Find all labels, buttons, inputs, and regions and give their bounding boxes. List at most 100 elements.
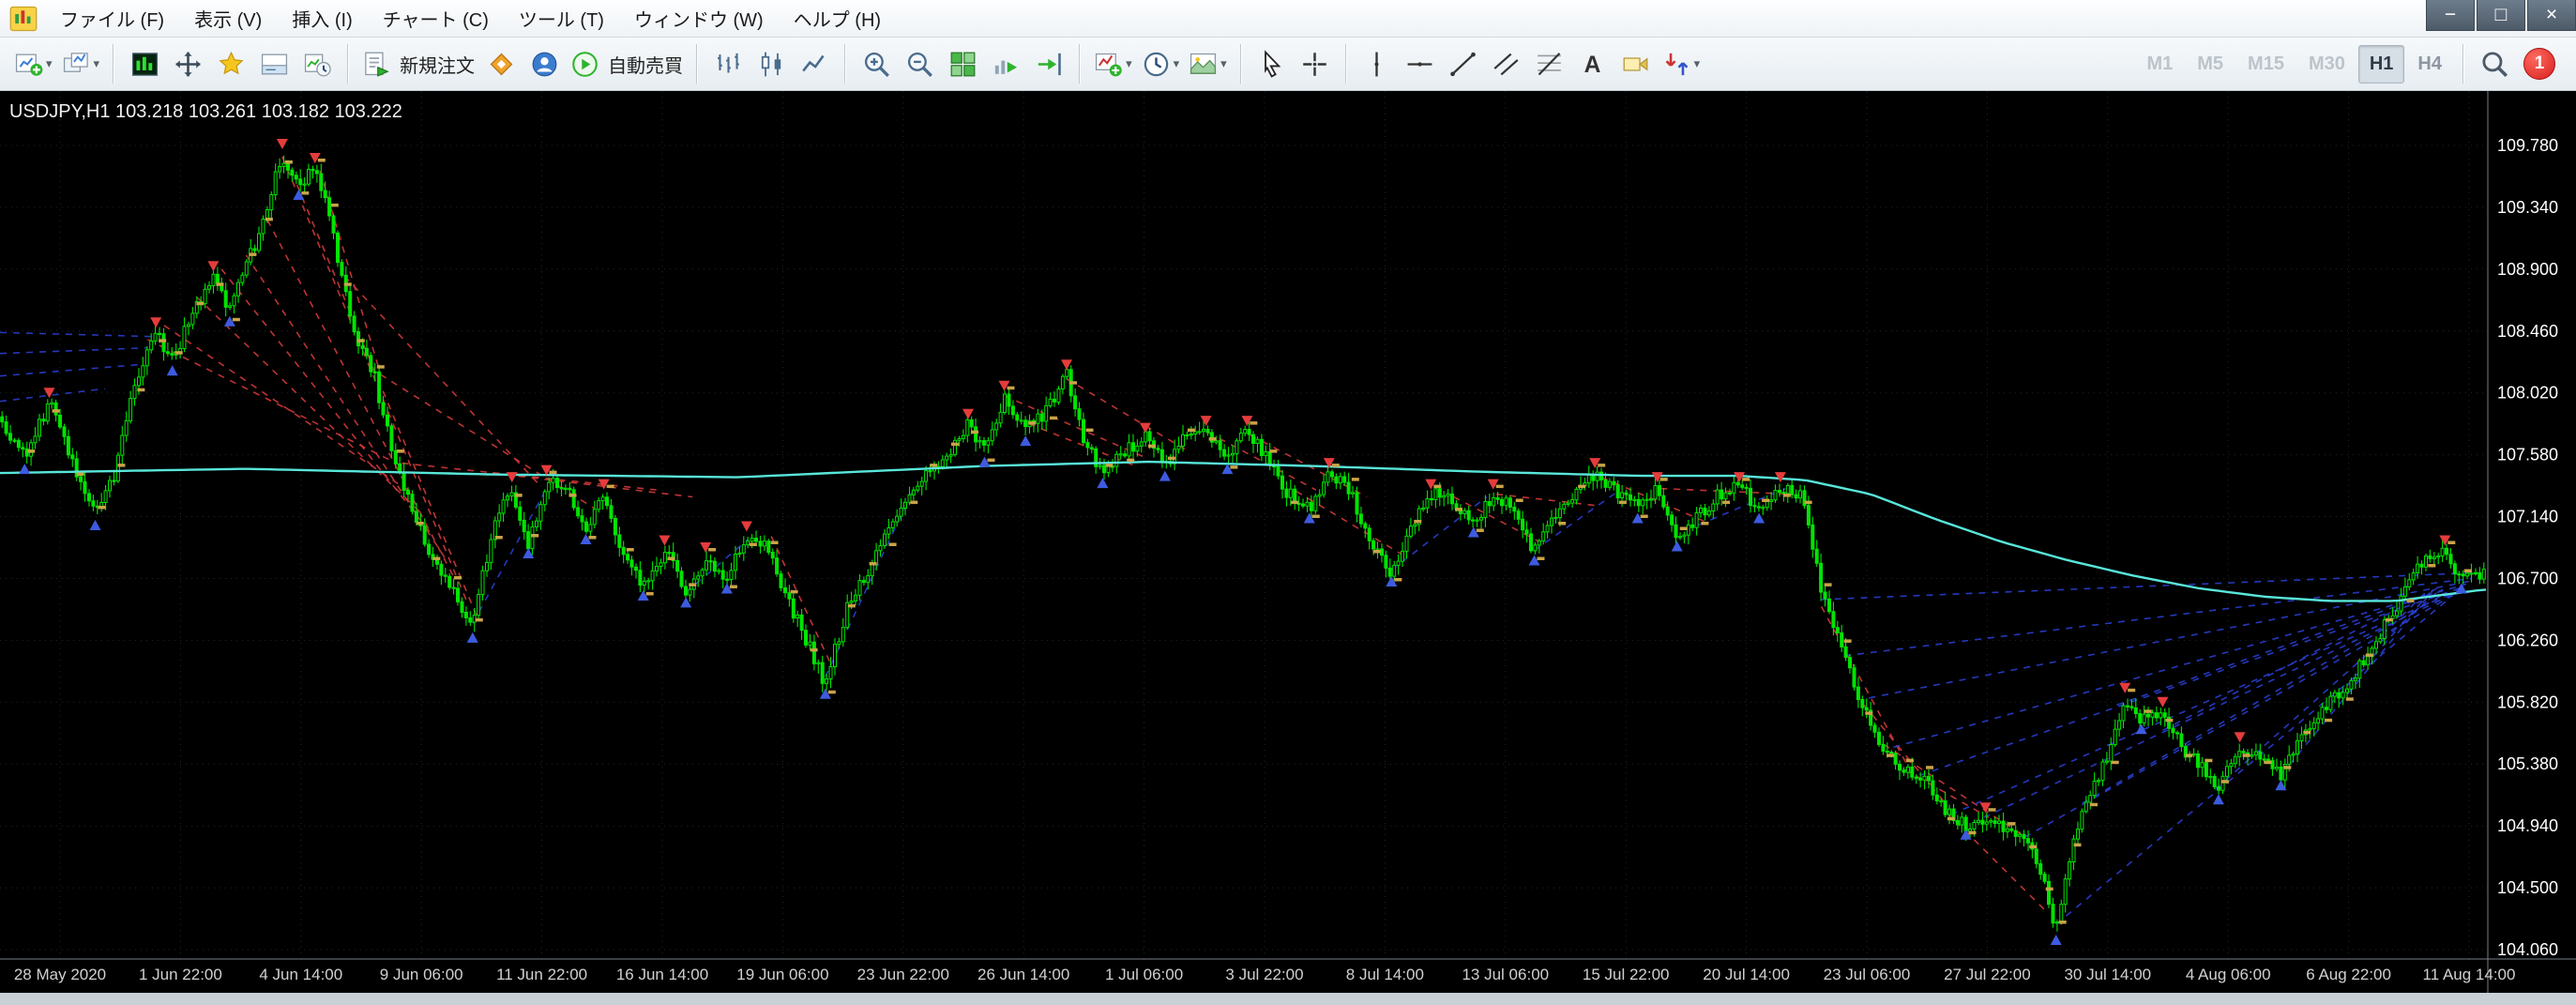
y-axis-label: 105.380 <box>2497 754 2558 773</box>
profiles-icon <box>63 52 88 72</box>
sell-arrow-marker <box>276 139 288 149</box>
autotrading-icon <box>572 51 598 77</box>
timeframe-m30-button[interactable]: M30 <box>2297 45 2356 84</box>
menu-bar-items: ファイル (F) 表示 (V) 挿入 (I) チャート (C) ツール (T) ウィンドウ… <box>45 0 896 37</box>
y-axis-label: 106.260 <box>2497 631 2558 649</box>
minimize-button[interactable]: − <box>2426 0 2475 31</box>
x-axis-label: 30 Jul 14:00 <box>2064 966 2151 983</box>
equidistant-channel-button[interactable] <box>1486 42 1527 85</box>
new-order-button[interactable]: 新規注文 <box>358 42 478 85</box>
new-chart-button[interactable]: ▾ <box>10 42 56 85</box>
trade-tick-marker <box>416 522 424 525</box>
bar-chart-button[interactable] <box>707 42 749 85</box>
tile-windows-icon <box>950 52 975 76</box>
app-logo-icon <box>9 5 38 33</box>
trade-tick-marker <box>98 506 106 510</box>
close-button[interactable]: × <box>2527 0 2576 31</box>
mql-community-icon <box>532 52 556 76</box>
sell-trade-line <box>1296 490 1405 557</box>
mql-community-button[interactable] <box>523 42 565 85</box>
trade-tick-marker <box>1495 484 1504 489</box>
timeframe-m5-button[interactable]: M5 <box>2186 45 2235 84</box>
vertical-line-icon <box>1374 52 1379 76</box>
equidistant-channel-icon <box>1493 53 1519 75</box>
trade-tick-marker <box>249 252 257 256</box>
trade-tick-marker <box>301 191 310 195</box>
trade-tick-marker <box>1515 498 1523 502</box>
zoom-out-button[interactable] <box>899 42 940 85</box>
new-chart-icon <box>15 53 43 76</box>
fibonacci-button[interactable] <box>1529 42 1570 85</box>
menu-item-2[interactable]: 挿入 (I) <box>277 0 367 37</box>
trade-tick-marker <box>588 536 597 540</box>
timeframe-m15-button[interactable]: M15 <box>2236 45 2296 84</box>
chart-canvas[interactable]: 109.780 109.340 108.900 108.460 108.020 107.5… <box>0 91 2576 1005</box>
x-axis-label: 15 Jul 22:00 <box>1583 966 1670 983</box>
menu-item-3[interactable]: チャート (C) <box>368 0 504 37</box>
price-axis[interactable]: 109.780 109.340 108.900 108.460 108.020 107.5… <box>2487 91 2558 993</box>
mt4-window: { "window": { "controls": [ {"name": "mi… <box>0 0 2576 1005</box>
autotrading-label: 自動売買 <box>608 55 684 77</box>
candlestick-chart-button[interactable] <box>750 42 792 85</box>
menu-item-0[interactable]: ファイル (F) <box>45 0 179 37</box>
line-chart-button[interactable] <box>794 42 835 85</box>
dropdown-caret-icon: ▾ <box>1693 56 1701 70</box>
buy-trade-line <box>2162 586 2441 732</box>
strategy-tester-button[interactable] <box>296 42 338 85</box>
trade-tick-marker <box>2428 564 2436 568</box>
menu-item-1[interactable]: 表示 (V) <box>179 0 277 37</box>
timeframe-h1-button[interactable]: H1 <box>2357 44 2405 84</box>
y-axis-label: 105.820 <box>2497 693 2558 711</box>
buy-trade-line <box>0 346 148 355</box>
menu-item-5[interactable]: ウィンドウ (W) <box>619 0 779 37</box>
crosshair-button[interactable] <box>1295 42 1336 85</box>
time-axis[interactable]: 28 May 2020 1 Jun 22:00 4 Jun 14:00 9 Jun 0… <box>0 958 2576 983</box>
text-label-button[interactable] <box>1615 42 1657 85</box>
horizontal-line-button[interactable] <box>1400 42 1441 85</box>
trade-tick-marker <box>2090 802 2098 807</box>
menu-item-4[interactable]: ツール (T) <box>504 0 619 37</box>
notification-badge[interactable]: 1 <box>2523 48 2555 80</box>
trade-tick-marker <box>1414 520 1422 524</box>
market-watch-icon <box>131 52 158 76</box>
trade-tick-marker <box>951 442 959 447</box>
terminal-icon <box>261 53 287 74</box>
trade-tick-marker <box>2325 718 2333 723</box>
menu-item-6[interactable]: ヘルプ (H) <box>779 0 896 37</box>
sell-arrow-marker <box>150 317 162 328</box>
search-button[interactable] <box>2474 42 2515 85</box>
trade-tick-marker <box>1640 514 1648 518</box>
zoom-in-button[interactable] <box>856 42 897 85</box>
metaeditor-button[interactable] <box>480 42 522 85</box>
cursor-button[interactable] <box>1251 42 1293 85</box>
market-watch-button[interactable] <box>124 42 165 85</box>
arrows-button[interactable]: ▾ <box>1659 42 1705 85</box>
x-axis-label: 23 Jun 22:00 <box>857 966 949 983</box>
indicators-button[interactable]: ▾ <box>1090 42 1136 85</box>
chart-window[interactable]: 109.780 109.340 108.900 108.460 108.020 107.5… <box>0 91 2576 1005</box>
sell-arrow-marker <box>2234 732 2246 743</box>
text-button[interactable]: A <box>1572 42 1614 85</box>
navigator-button[interactable] <box>210 42 251 85</box>
trendline-button[interactable] <box>1443 42 1484 85</box>
profiles-button[interactable]: ▾ <box>58 42 104 85</box>
sell-trade-line <box>343 275 542 488</box>
trade-tick-marker <box>1722 500 1731 505</box>
templates-button[interactable]: ▾ <box>1185 42 1231 85</box>
trade-tick-marker <box>1311 514 1320 518</box>
timeframe-m1-button[interactable]: M1 <box>2135 45 2184 84</box>
terminal-button[interactable] <box>253 42 295 85</box>
autotrading-button[interactable]: 自動売買 <box>567 42 687 85</box>
buy-arrow-marker <box>89 520 101 530</box>
data-window-button[interactable] <box>167 42 208 85</box>
vertical-line-button[interactable] <box>1356 42 1398 85</box>
chart-shift-button[interactable] <box>1028 42 1069 85</box>
sell-arrow-marker <box>2157 696 2169 708</box>
sell-trade-line <box>147 339 402 467</box>
trade-tick-marker <box>475 617 483 622</box>
auto-scroll-button[interactable] <box>985 42 1026 85</box>
periods-button[interactable]: ▾ <box>1138 42 1184 85</box>
timeframe-h4-button[interactable]: H4 <box>2406 45 2453 84</box>
maximize-button[interactable]: □ <box>2477 0 2525 31</box>
tile-windows-button[interactable] <box>942 42 983 85</box>
